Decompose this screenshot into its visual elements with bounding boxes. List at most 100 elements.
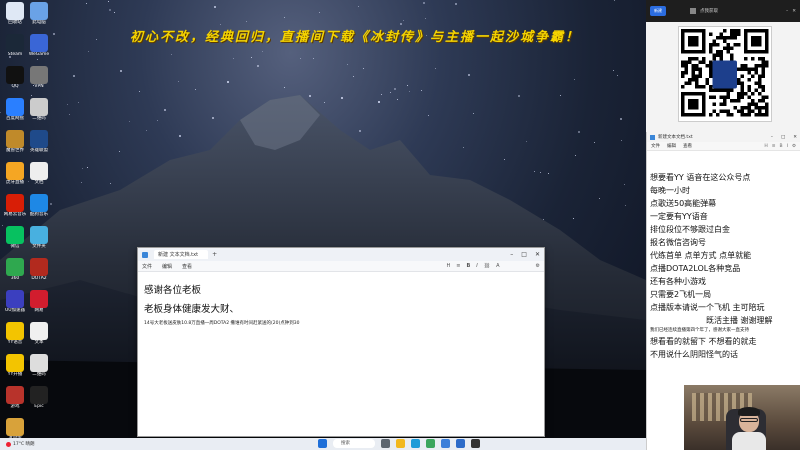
edge-icon[interactable] (411, 439, 420, 448)
desktop-icon[interactable]: YY语音 (2, 322, 28, 352)
desktop-icon[interactable]: Steam (2, 34, 28, 64)
desktop: 初心不改，经典回归，直播间下载《冰封传》与主播一起沙城争霸！ 回收站 此电脑 Ste… (0, 0, 646, 440)
webcam-person-glasses (740, 418, 758, 422)
desktop-icon[interactable]: 魔兽世界 (2, 130, 28, 160)
new-tab-icon[interactable]: + (212, 251, 217, 258)
app-taskbar-icon[interactable] (471, 439, 480, 448)
recycle-bin-icon (6, 2, 24, 20)
weather-widget[interactable]: 17°C 晴朗 (6, 441, 35, 447)
close-icon[interactable]: ✕ (535, 251, 540, 258)
wechat-icon (6, 226, 24, 244)
kugou-icon (30, 194, 48, 212)
desktop-icon[interactable]: 百度网盘 (2, 98, 28, 128)
desktop-icon[interactable]: 游戏 (2, 386, 28, 416)
notepad-line: 老板身体健康发大财、 (144, 304, 240, 315)
store-icon[interactable] (441, 439, 450, 448)
menu-edit[interactable]: 编辑 (162, 263, 172, 270)
desktop-icon-label: 虎牙直播 (6, 180, 24, 185)
text-line: 每晚一小时 (650, 186, 690, 195)
desktop-icon[interactable]: DOTA2 (26, 258, 52, 288)
desktop-icon-label: 网易 (34, 308, 44, 313)
desktop-icon-label: 回收站 (8, 20, 22, 25)
webcam-person-body (732, 432, 766, 450)
desktop-icon[interactable]: 二维码 (26, 354, 52, 384)
list-icon[interactable]: ≡ (456, 263, 460, 269)
desktop-icon-label: DOTA2 (31, 276, 47, 281)
menu-file[interactable]: 文件 (142, 263, 152, 270)
desktop-icon[interactable]: YY开播 (2, 354, 28, 384)
toolbar-label[interactable]: 点我获取 (700, 8, 718, 14)
maximize-icon[interactable]: □ (781, 135, 785, 140)
heading-icon[interactable]: H (764, 144, 767, 149)
desktop-icon[interactable]: VPN (26, 66, 52, 96)
desktop-icon[interactable]: 酷狗音乐 (26, 194, 52, 224)
text-line: 点播版本请说一个飞机 主可陪玩 (650, 303, 765, 312)
clear-format-icon[interactable]: A (496, 263, 499, 269)
menu-file[interactable]: 文件 (651, 143, 660, 149)
qq-icon (6, 66, 24, 84)
menu-view[interactable]: 查看 (182, 263, 192, 270)
italic-icon[interactable]: I (476, 263, 477, 269)
start-icon[interactable] (318, 439, 327, 448)
desktop-icon[interactable]: 二维码 (26, 98, 52, 128)
new-tag[interactable]: 新建 (650, 6, 666, 16)
menu-view[interactable]: 查看 (683, 143, 692, 149)
desktop-icon[interactable]: 回收站 (2, 2, 28, 32)
minimize-icon[interactable]: – (510, 251, 513, 258)
desktop-icon[interactable]: 文本 (26, 322, 52, 352)
desktop-icon[interactable]: 此电脑 (26, 2, 52, 32)
chrome-icon[interactable] (426, 439, 435, 448)
heading-icon[interactable]: H (446, 263, 450, 269)
maximize-icon[interactable]: □ (521, 251, 527, 258)
weather-text: 17°C 晴朗 (13, 442, 35, 447)
desktop-icon[interactable]: 微信 (2, 226, 28, 256)
accelerator-icon (6, 290, 24, 308)
text-line: 想看看的就留下 不想看的就走 (650, 337, 757, 346)
close-icon[interactable]: ✕ (792, 9, 796, 14)
notepad-window[interactable]: 新建 文本文档.txt + – □ ✕ 文件 编辑 查看 H ≡ B I ⛓ A… (137, 247, 545, 437)
desktop-icon[interactable]: 冰封传 (2, 418, 28, 440)
minimize-icon[interactable]: – (771, 135, 773, 140)
desktop-icon[interactable]: QQ (2, 66, 28, 96)
desktop-icon[interactable]: 360 (2, 258, 28, 288)
desktop-icon[interactable]: UU加速器 (2, 290, 28, 320)
menu-edit[interactable]: 编辑 (667, 143, 676, 149)
notepad-titlebar[interactable]: 新建 文本文档.txt + – □ ✕ (138, 248, 544, 261)
notepad-text-area[interactable]: 感谢各位老板 老板身体健康发大财、 14号大老板送皮肤10.8万直播一周DOTA… (138, 272, 544, 336)
notepad-line: 感谢各位老板 (144, 285, 202, 296)
minimize-icon[interactable]: – (786, 9, 788, 14)
close-icon[interactable]: ✕ (793, 135, 797, 140)
qr-logo (712, 60, 737, 89)
desktop-icon[interactable]: 网易云音乐 (2, 194, 28, 224)
desktop-icon[interactable]: 网易 (26, 290, 52, 320)
text-window-content[interactable]: 想要看YY 语音在这公众号点 每晚一小时 点歌送50高能弹幕 一定要有YY语音 排位段位… (647, 151, 800, 361)
desktop-icon[interactable]: 文档 (26, 162, 52, 192)
desktop-icon[interactable]: 英雄联盟 (26, 130, 52, 160)
game-launcher-icon (6, 418, 24, 436)
link-icon[interactable]: ⛓ (484, 263, 490, 269)
desktop-icon[interactable]: WeGame (26, 34, 52, 64)
italic-icon[interactable]: I (787, 144, 788, 149)
notepad-app-icon (142, 251, 148, 258)
settings-icon[interactable]: ⚙ (536, 263, 540, 269)
desktop-icon[interactable]: Epic (26, 386, 52, 416)
bold-icon[interactable]: B (780, 144, 783, 149)
settings-icon[interactable]: ⚙ (792, 144, 796, 149)
yy-icon (6, 322, 24, 340)
notepad-taskbar-icon[interactable] (456, 439, 465, 448)
desktop-icon[interactable]: 虎牙直播 (2, 162, 28, 192)
text-line: 想要看YY 语音在这公众号点 (650, 173, 751, 182)
webcam-feed (684, 385, 800, 450)
file-explorer-icon[interactable] (396, 439, 405, 448)
list-icon[interactable]: ≡ (772, 144, 776, 149)
taskbar-search[interactable]: 搜索 (333, 439, 375, 448)
notepad-tab[interactable]: 新建 文本文档.txt (154, 250, 209, 259)
qr-icon (30, 98, 48, 116)
folder-icon (30, 226, 48, 244)
text-window-titlebar[interactable]: 新建文本文档.txt – □ ✕ (647, 132, 800, 142)
desktop-icon-label: UU加速器 (4, 308, 26, 313)
desktop-icon[interactable]: 文件夹 (26, 226, 52, 256)
bold-icon[interactable]: B (466, 263, 470, 269)
task-view-icon[interactable] (381, 439, 390, 448)
steam-icon (6, 34, 24, 52)
